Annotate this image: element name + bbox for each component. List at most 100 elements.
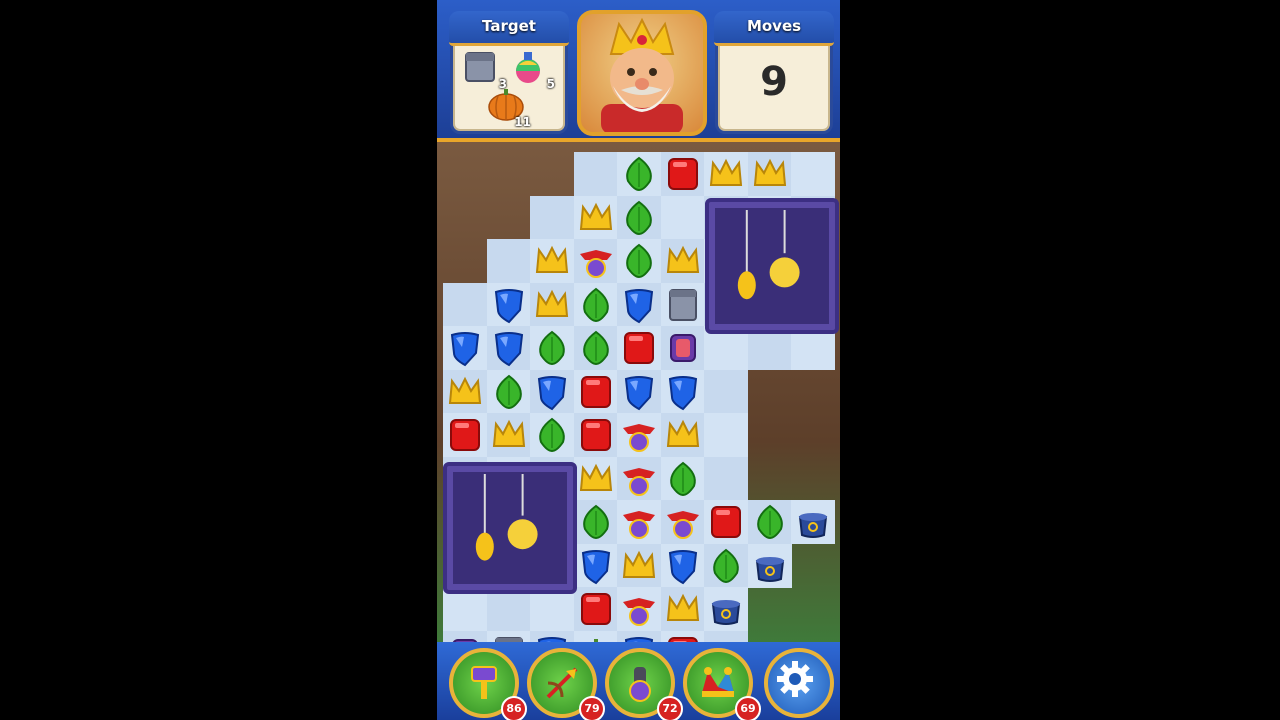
green-leaf-icon <box>669 461 696 496</box>
blue-shield-icon <box>494 288 523 323</box>
board-piece[interactable] <box>704 587 748 631</box>
board-piece[interactable] <box>617 587 661 631</box>
settings-button[interactable] <box>764 648 834 718</box>
booster-jester-hat-button[interactable]: 69 <box>683 648 761 720</box>
booster-arrow-button[interactable]: 79 <box>527 648 605 720</box>
board-piece[interactable] <box>574 326 618 370</box>
arrow-icon <box>546 667 578 699</box>
board-piece[interactable] <box>574 500 618 544</box>
board-piece[interactable] <box>574 196 618 240</box>
jester-bomb-icon <box>623 511 655 539</box>
board-piece[interactable] <box>617 370 661 414</box>
green-leaf-icon <box>582 287 609 322</box>
pot-icon <box>755 556 784 582</box>
board-piece[interactable] <box>574 283 618 327</box>
board-piece[interactable] <box>617 413 661 457</box>
board-cell <box>443 282 487 327</box>
jester-bomb-icon <box>666 511 699 539</box>
board-piece[interactable] <box>661 239 705 283</box>
board-piece[interactable] <box>704 544 748 588</box>
board-piece[interactable] <box>704 500 748 544</box>
board-piece[interactable] <box>748 500 792 544</box>
hanging-lights-icon <box>475 474 538 561</box>
board-piece[interactable] <box>574 544 618 588</box>
green-leaf-icon <box>626 156 652 192</box>
booster-jester-hat-count: 69 <box>735 696 761 720</box>
board-piece[interactable] <box>574 457 618 501</box>
yellow-crown-icon <box>666 593 699 621</box>
board-cell <box>704 413 748 457</box>
board-piece[interactable] <box>487 326 531 370</box>
booster-arrow-count: 79 <box>579 696 605 720</box>
red-book-icon <box>580 593 611 625</box>
board-piece[interactable] <box>617 544 661 588</box>
board-piece[interactable] <box>661 413 705 457</box>
board-piece[interactable] <box>748 152 792 196</box>
board-cell <box>791 152 835 196</box>
yellow-crown-icon <box>622 550 656 578</box>
board-piece[interactable] <box>617 500 661 544</box>
board-piece[interactable] <box>704 152 748 196</box>
board-piece[interactable] <box>617 152 661 196</box>
board-piece[interactable] <box>617 283 661 327</box>
yellow-crown-icon <box>666 245 699 273</box>
board-piece[interactable] <box>443 413 487 457</box>
pipe-icon <box>668 288 697 321</box>
lantern-icon <box>669 334 696 362</box>
yellow-crown-icon <box>666 419 699 447</box>
board-piece[interactable] <box>487 370 531 414</box>
cannon-icon <box>629 667 651 702</box>
red-book-icon <box>624 332 654 364</box>
board-piece[interactable] <box>617 196 661 240</box>
red-book-icon <box>580 375 611 408</box>
board-piece[interactable] <box>661 500 705 544</box>
booster-royal-hammer-count: 86 <box>501 696 527 720</box>
jester-bomb-icon <box>623 467 655 496</box>
board-piece[interactable] <box>661 283 705 327</box>
blue-shield-icon <box>537 375 567 410</box>
yellow-crown-icon <box>753 158 786 186</box>
jester-hat-icon <box>702 667 734 697</box>
jester-bomb-icon <box>623 598 655 626</box>
jester-bomb-icon <box>623 424 655 452</box>
green-leaf-icon <box>756 504 783 540</box>
board-piece[interactable] <box>661 326 705 370</box>
board-piece[interactable] <box>574 370 618 414</box>
red-book-icon <box>667 158 698 190</box>
board-piece[interactable] <box>530 283 574 327</box>
board-piece[interactable] <box>661 544 705 588</box>
board-piece[interactable] <box>661 457 705 501</box>
board-piece[interactable] <box>617 326 661 370</box>
game-board[interactable] <box>437 0 840 720</box>
light-box-right <box>705 198 839 334</box>
board-piece[interactable] <box>487 413 531 457</box>
booster-cannon-button[interactable]: 72 <box>605 648 683 720</box>
red-book-icon <box>450 419 480 451</box>
green-leaf-icon <box>539 330 565 366</box>
board-piece[interactable] <box>748 544 792 588</box>
board-piece[interactable] <box>661 587 705 631</box>
blue-shield-icon <box>668 375 697 410</box>
board-piece[interactable] <box>530 326 574 370</box>
board-piece[interactable] <box>487 283 531 327</box>
hammer-icon <box>471 666 497 699</box>
board-piece[interactable] <box>443 370 487 414</box>
board-piece[interactable] <box>574 587 618 631</box>
board-piece[interactable] <box>574 413 618 457</box>
board-cell <box>530 195 574 240</box>
booster-royal-hammer-button[interactable]: 86 <box>449 648 527 720</box>
board-piece[interactable] <box>530 370 574 414</box>
board-piece[interactable] <box>661 152 705 196</box>
yellow-crown-icon <box>579 202 612 230</box>
board-piece[interactable] <box>530 413 574 457</box>
board-piece[interactable] <box>443 326 487 370</box>
board-piece[interactable] <box>661 370 705 414</box>
board-piece[interactable] <box>574 239 618 283</box>
board-piece[interactable] <box>791 500 835 544</box>
yellow-crown-icon <box>579 463 612 491</box>
board-piece[interactable] <box>617 457 661 501</box>
yellow-crown-icon <box>535 245 569 273</box>
board-piece[interactable] <box>530 239 574 283</box>
board-piece[interactable] <box>617 239 661 283</box>
red-book-icon <box>711 506 741 538</box>
